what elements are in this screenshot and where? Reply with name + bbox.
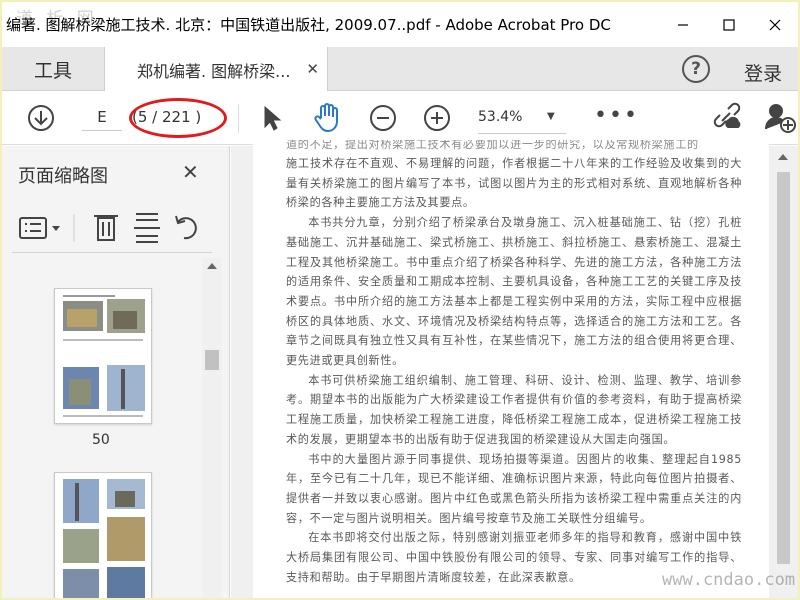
add-user-icon[interactable] bbox=[764, 101, 798, 137]
page-thumbnails-pane: 页面缩略图 ✕ 50 bbox=[2, 146, 230, 598]
toolbar-divider bbox=[238, 105, 239, 133]
thumbnail-page-number: 50 bbox=[92, 432, 110, 448]
document-scrollbar[interactable] bbox=[769, 146, 798, 598]
pane-title: 页面缩略图 bbox=[18, 166, 108, 187]
thumbnail-scrollbar[interactable] bbox=[202, 258, 222, 598]
tab-document-label: 郑机编著. 图解桥梁... bbox=[137, 61, 291, 81]
maximize-button[interactable] bbox=[706, 2, 752, 47]
thumbnail-toolbar bbox=[14, 206, 214, 250]
document-paragraph: 本书可供桥梁施工组织编制、施工管理、科研、设计、检测、监理、教学、培训参考。期望… bbox=[286, 373, 742, 446]
tab-close-icon[interactable]: ✕ bbox=[306, 60, 319, 78]
hand-tool-icon[interactable] bbox=[312, 102, 342, 138]
thumbnail-options-icon[interactable] bbox=[19, 217, 60, 239]
watermark-url: www.cndao.com bbox=[662, 570, 796, 590]
zoom-out-icon[interactable] bbox=[368, 103, 398, 137]
thumbnail-list: 50 bbox=[2, 258, 202, 598]
page-thumbnail[interactable] bbox=[54, 288, 152, 424]
window-title: 编著. 图解桥梁施工技术. 北京：中国铁道出版社, 2009.07..pdf -… bbox=[6, 16, 611, 34]
zoom-underline bbox=[478, 133, 566, 134]
select-arrow-icon[interactable] bbox=[262, 105, 282, 135]
pane-close-icon[interactable]: ✕ bbox=[182, 160, 199, 184]
highlight-annotation bbox=[129, 98, 227, 138]
rotate-page-icon[interactable] bbox=[175, 215, 197, 240]
document-paragraph: 施工技术存在不直观、不易理解的问题，作者根据二十八年来的工作经验及收集到的大量有… bbox=[286, 157, 742, 210]
share-link-icon[interactable] bbox=[710, 101, 744, 137]
close-icon bbox=[769, 19, 781, 30]
app-window: 道 析 网 编著. 图解桥梁施工技术. 北京：中国铁道出版社, 2009.07.… bbox=[2, 2, 798, 598]
document-page: 道的不足，提出对桥梁施工技术有必要加以进一步的研究，以及常规桥梁施工的 施工技术… bbox=[253, 140, 769, 598]
scroll-up-icon[interactable] bbox=[202, 259, 222, 273]
scroll-up-icon[interactable] bbox=[778, 154, 788, 160]
login-button[interactable]: 登录 bbox=[744, 59, 782, 86]
document-scroll-thumb[interactable] bbox=[777, 172, 790, 564]
help-icon[interactable]: ? bbox=[682, 55, 710, 83]
title-bar: 道 析 网 编著. 图解桥梁施工技术. 北京：中国铁道出版社, 2009.07.… bbox=[2, 2, 798, 47]
more-tools-icon[interactable]: ••• bbox=[594, 103, 639, 128]
tab-tools[interactable]: 工具 bbox=[2, 47, 104, 91]
next-page-icon[interactable] bbox=[26, 103, 56, 137]
chevron-down-icon[interactable]: ▼ bbox=[547, 111, 555, 122]
zoom-in-icon[interactable] bbox=[422, 103, 452, 137]
tab-document[interactable]: 郑机编著. 图解桥梁... ✕ bbox=[104, 47, 328, 92]
tab-bar: 工具 郑机编著. 图解桥梁... ✕ ? 登录 bbox=[2, 47, 798, 92]
page-thumbnail[interactable] bbox=[54, 472, 152, 598]
maximize-icon bbox=[723, 18, 735, 31]
minimize-button[interactable] bbox=[660, 2, 706, 47]
document-viewport: 道的不足，提出对桥梁施工技术有必要加以进一步的研究，以及常规桥梁施工的 施工技术… bbox=[231, 140, 769, 598]
zoom-level-value[interactable]: 53.4% bbox=[478, 109, 522, 125]
extract-page-icon[interactable] bbox=[134, 213, 160, 243]
toolbar: E (5 / 221 ) 53.4% ▼ ••• bbox=[2, 91, 798, 145]
close-window-button[interactable] bbox=[752, 2, 798, 47]
thumbnail-scroll-thumb[interactable] bbox=[205, 350, 219, 370]
minimize-icon bbox=[678, 23, 688, 26]
pane-divider bbox=[12, 252, 212, 253]
document-cut-line: 道的不足，提出对桥梁施工技术有必要加以进一步的研究，以及常规桥梁施工的 bbox=[286, 140, 699, 150]
page-number-input[interactable]: E bbox=[82, 103, 122, 131]
document-paragraph: 书中的大量图片源于同事提供、现场拍摄等渠道。因图片的收集、整理起自1985 年，… bbox=[286, 452, 742, 525]
delete-page-icon[interactable] bbox=[94, 215, 118, 241]
document-paragraph: 本书共分九章，分别介绍了桥梁承台及墩身施工、沉入桩基础施工、钻（挖）孔桩基础施工… bbox=[286, 216, 742, 368]
